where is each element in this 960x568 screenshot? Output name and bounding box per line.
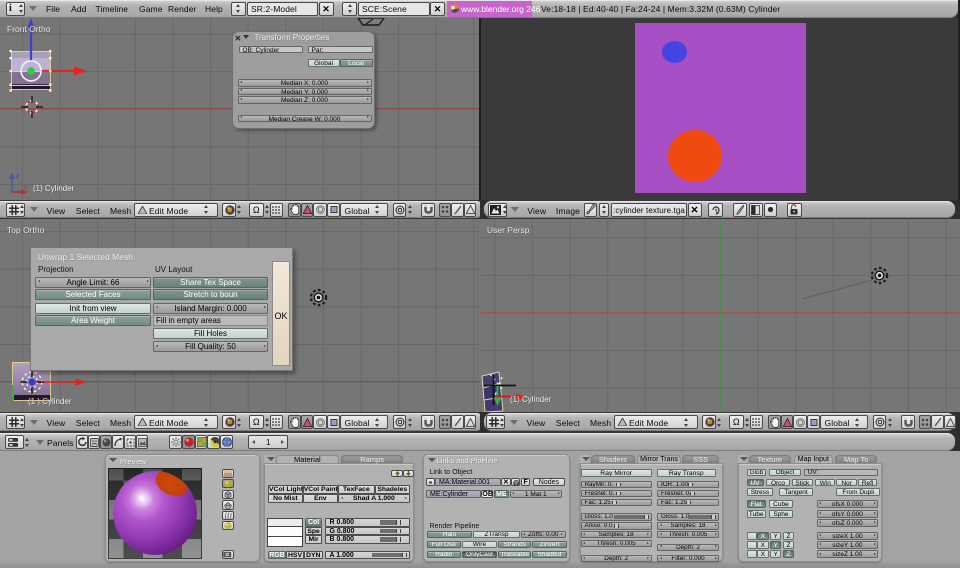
svg-text:z: z	[16, 173, 20, 180]
svg-text:x: x	[24, 184, 28, 191]
